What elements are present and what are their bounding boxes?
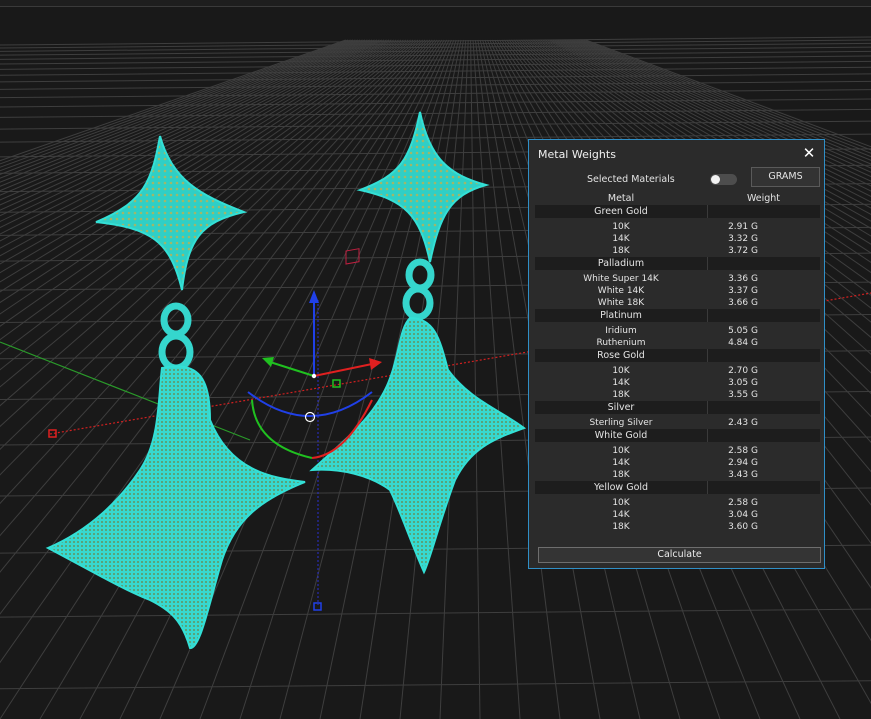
metal-name: 14K bbox=[612, 510, 630, 520]
units-button[interactable]: GRAMS bbox=[751, 167, 820, 187]
grid-line bbox=[0, 89, 871, 99]
metal-weight: 3.43 G bbox=[728, 470, 758, 480]
table-row: 14K 3.04 G bbox=[535, 509, 820, 521]
metal-weights-panel: Metal Weights ✕ Selected Materials GRAMS… bbox=[528, 139, 825, 569]
earring-left[interactable] bbox=[45, 135, 306, 649]
weights-table: Green Gold 10K 2.91 G 14K 3.32 G 18K 3.72 G Pal… bbox=[535, 205, 820, 533]
metal-weight: 3.60 G bbox=[728, 522, 758, 532]
panel-header: Metal Weights ✕ bbox=[529, 140, 824, 168]
group-header: Palladium bbox=[535, 257, 820, 270]
metal-weight: 3.05 G bbox=[728, 378, 758, 388]
metal-weight: 4.84 G bbox=[728, 338, 758, 348]
metal-name: 14K bbox=[612, 458, 630, 468]
metal-weight: 2.43 G bbox=[728, 418, 758, 428]
group-header: White Gold bbox=[535, 429, 820, 442]
grid-line bbox=[0, 608, 871, 618]
metal-weight: 3.36 G bbox=[728, 274, 758, 284]
metal-name: Ruthenium bbox=[596, 338, 646, 348]
group-header: Silver bbox=[535, 401, 820, 414]
grid-line bbox=[0, 680, 871, 690]
table-row: 18K 3.60 G bbox=[535, 521, 820, 533]
close-icon[interactable]: ✕ bbox=[800, 144, 818, 162]
metal-weight: 2.58 G bbox=[728, 446, 758, 456]
metal-name: 14K bbox=[612, 234, 630, 244]
group-header: Rose Gold bbox=[535, 349, 820, 362]
metal-name: 18K bbox=[612, 390, 630, 400]
table-row: Iridium 5.05 G bbox=[535, 325, 820, 337]
selected-materials-label: Selected Materials bbox=[587, 174, 675, 185]
toggle-knob bbox=[711, 175, 720, 184]
group-name: Silver bbox=[607, 402, 635, 413]
table-row: White 14K 3.37 G bbox=[535, 285, 820, 297]
metal-weight: 3.72 G bbox=[728, 246, 758, 256]
options-row: Selected Materials GRAMS bbox=[529, 167, 824, 191]
grid-line bbox=[39, 39, 445, 719]
table-row: Sterling Silver 2.43 G bbox=[535, 417, 820, 429]
metal-weight: 3.32 G bbox=[728, 234, 758, 244]
column-metal: Metal bbox=[607, 193, 635, 204]
metal-weight: 3.04 G bbox=[728, 510, 758, 520]
group-name: Green Gold bbox=[594, 206, 648, 217]
group-name: Platinum bbox=[600, 310, 642, 321]
metal-name: Sterling Silver bbox=[589, 418, 653, 428]
metal-weight: 3.55 G bbox=[728, 390, 758, 400]
metal-weight: 2.91 G bbox=[728, 222, 758, 232]
table-row: White Super 14K 3.36 G bbox=[535, 273, 820, 285]
group-name: Palladium bbox=[597, 258, 645, 269]
metal-weight: 3.37 G bbox=[728, 286, 758, 296]
table-header: Metal Weight bbox=[535, 192, 820, 205]
metal-weight: 2.70 G bbox=[728, 366, 758, 376]
table-row: 10K 2.58 G bbox=[535, 497, 820, 509]
table-row: 10K 2.91 G bbox=[535, 221, 820, 233]
table-row: 14K 2.94 G bbox=[535, 457, 820, 469]
table-row: 14K 3.05 G bbox=[535, 377, 820, 389]
metal-weight: 5.05 G bbox=[728, 326, 758, 336]
group-name: Rose Gold bbox=[597, 350, 645, 361]
panel-title: Metal Weights bbox=[538, 148, 616, 161]
table-row: 10K 2.70 G bbox=[535, 365, 820, 377]
metal-name: White 14K bbox=[597, 286, 645, 296]
table-row: 14K 3.32 G bbox=[535, 233, 820, 245]
metal-weight: 2.94 G bbox=[728, 458, 758, 468]
column-divider bbox=[707, 309, 708, 322]
grid-line bbox=[470, 39, 481, 719]
table-row: Ruthenium 4.84 G bbox=[535, 337, 820, 349]
table-row: 18K 3.43 G bbox=[535, 469, 820, 481]
metal-weight: 3.66 G bbox=[728, 298, 758, 308]
metal-name: 10K bbox=[612, 366, 630, 376]
group-name: Yellow Gold bbox=[593, 482, 649, 493]
column-divider bbox=[707, 349, 708, 362]
column-divider bbox=[707, 429, 708, 442]
column-divider bbox=[707, 257, 708, 270]
grid-line bbox=[0, 73, 871, 83]
grid-line bbox=[0, 108, 871, 118]
earring-right[interactable] bbox=[309, 111, 527, 575]
metal-name: 18K bbox=[612, 522, 630, 532]
metal-name: 14K bbox=[612, 378, 630, 388]
calculate-button[interactable]: Calculate bbox=[538, 547, 821, 563]
metal-name: 10K bbox=[612, 446, 630, 456]
column-divider bbox=[707, 481, 708, 494]
group-header: Green Gold bbox=[535, 205, 820, 218]
column-divider bbox=[707, 401, 708, 414]
selected-materials-toggle[interactable] bbox=[710, 174, 737, 185]
metal-name: 18K bbox=[612, 470, 630, 480]
table-row: 18K 3.55 G bbox=[535, 389, 820, 401]
group-name: White Gold bbox=[594, 430, 648, 441]
metal-name: 10K bbox=[612, 498, 630, 508]
column-weight: Weight bbox=[746, 193, 781, 204]
metal-name: 10K bbox=[612, 222, 630, 232]
grid-line bbox=[0, 50, 871, 60]
metal-weight: 2.58 G bbox=[728, 498, 758, 508]
table-row: 18K 3.72 G bbox=[535, 245, 820, 257]
metal-name: White 18K bbox=[597, 298, 645, 308]
column-divider bbox=[707, 205, 708, 218]
group-header: Platinum bbox=[535, 309, 820, 322]
group-header: Yellow Gold bbox=[535, 481, 820, 494]
table-row: 10K 2.58 G bbox=[535, 445, 820, 457]
metal-name: 18K bbox=[612, 246, 630, 256]
metal-name: Iridium bbox=[605, 326, 637, 336]
table-row: White 18K 3.66 G bbox=[535, 297, 820, 309]
metal-name: White Super 14K bbox=[583, 274, 659, 284]
